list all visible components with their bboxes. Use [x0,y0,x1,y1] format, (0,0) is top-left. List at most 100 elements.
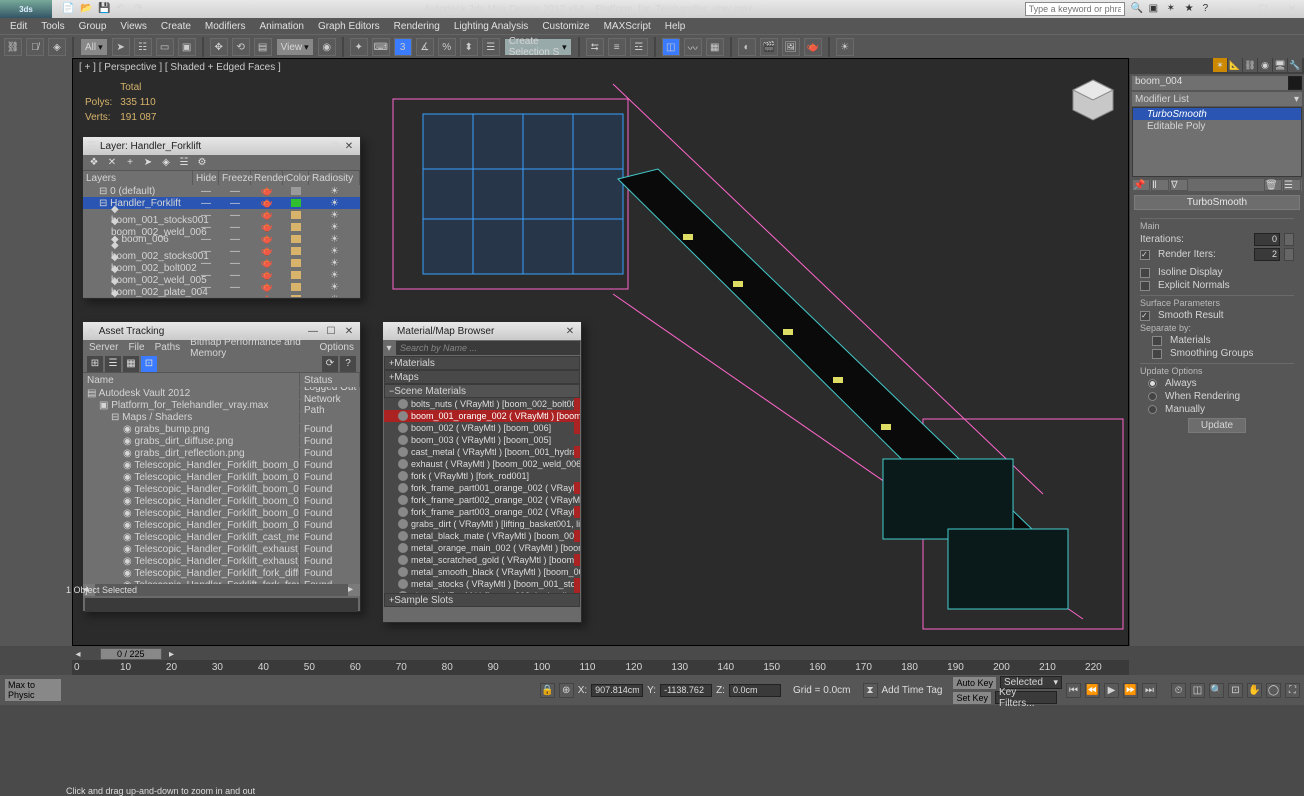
render-setup-icon[interactable]: 🎬 [760,38,778,56]
asset-menu-item[interactable]: Options [320,342,354,353]
rendered-frame-icon[interactable]: 🖼 [782,38,800,56]
unlink-icon[interactable]: ⛓̸ [26,38,44,56]
keyword-search-input[interactable] [1025,2,1125,16]
percent-snap-icon[interactable]: % [438,38,456,56]
update-always-radio[interactable] [1148,379,1157,388]
help-icon[interactable]: ? [340,356,356,372]
utilities-tab-icon[interactable]: 🔧 [1288,58,1302,72]
asset-menu-item[interactable]: Paths [155,342,181,353]
scene-materials-section[interactable]: − Scene Materials [384,384,580,398]
select-by-name-icon[interactable]: ☷ [134,38,152,56]
select-objects-icon[interactable]: ➤ [141,156,155,170]
help-icon[interactable]: ? [1203,3,1215,15]
layer-row[interactable]: ◆ boom_002_weld_006——🫖☀ [83,221,360,233]
set-key-button[interactable]: Set Key [952,691,992,705]
material-row[interactable]: bolts_nuts ( VRayMtl ) [boom_002_bolt001… [384,398,580,410]
menu-lighting-analysis[interactable]: Lighting Analysis [448,21,535,32]
pivot-icon[interactable]: ◉ [318,38,336,56]
maximize-viewport-icon[interactable]: ⛶ [1285,683,1300,698]
add-to-layer-icon[interactable]: + [123,156,137,170]
material-row[interactable]: metal_orange_main_002 ( VRayMtl ) [boom_… [384,542,580,554]
material-row[interactable]: metal_black_mate ( VRayMtl ) [boom_003_h… [384,530,580,542]
undo-icon[interactable]: ↶ [116,3,128,15]
spinner-arrows[interactable] [1284,248,1294,261]
asset-menu-item[interactable]: Server [89,342,118,353]
materials-section[interactable]: + Materials [384,356,580,370]
menu-edit[interactable]: Edit [4,21,33,32]
update-manually-radio[interactable] [1148,405,1157,414]
delete-layer-icon[interactable]: ✕ [105,156,119,170]
object-name-field[interactable]: boom_004 [1132,76,1288,90]
lock-selection-icon[interactable]: 🔒 [540,683,555,698]
material-row[interactable]: fork ( VRayMtl ) [fork_rod001] [384,470,580,482]
maps-section[interactable]: + Maps [384,370,580,384]
isoline-checkbox[interactable] [1140,268,1150,278]
minimize-icon[interactable]: — [306,326,320,337]
zoom-all-icon[interactable]: ⊡ [1228,683,1243,698]
spinner-arrows[interactable] [1284,233,1294,246]
render-iters-checkbox[interactable] [1140,250,1150,260]
menu-tools[interactable]: Tools [35,21,70,32]
goto-start-icon[interactable]: ⏮ [1066,683,1081,698]
manipulate-icon[interactable]: ✦ [350,38,368,56]
material-row[interactable]: metal_scratched_gold ( VRayMtl ) [boom_0… [384,554,580,566]
material-row[interactable]: fork_frame_part001_orange_002 ( VRayMtl … [384,482,580,494]
smoothing-groups-checkbox[interactable] [1152,349,1162,359]
new-layer-icon[interactable]: ❖ [87,156,101,170]
minimize-button[interactable]: — [1229,4,1239,15]
new-icon[interactable]: 📄 [62,3,74,15]
asset-row[interactable]: ◉ Telescopic_Handler_Forklift_boom_002_d… [83,483,360,495]
menu-maxscript[interactable]: MAXScript [598,21,657,32]
snap-toggle-icon[interactable]: 3 [394,38,412,56]
exchange-icon[interactable]: ✶ [1167,3,1179,15]
help-icon[interactable]: ? [332,141,338,152]
selection-filter-combo[interactable]: All ▾ [80,38,108,56]
material-row[interactable]: grabs_dirt ( VRayMtl ) [lifting_basket00… [384,518,580,530]
show-end-result-icon[interactable]: Ⅱ [1151,179,1169,191]
play-icon[interactable]: ▶ [1104,683,1119,698]
rollout-header[interactable]: TurboSmooth [1134,195,1300,210]
prev-frame-icon[interactable]: ⏪ [1085,683,1100,698]
y-coord-field[interactable] [660,684,712,697]
rotate-icon[interactable]: ⟲ [232,38,250,56]
hide-unhide-icon[interactable]: ☱ [177,156,191,170]
material-row[interactable]: boom_001_orange_002 ( VRayMtl ) [boom_00… [384,410,580,422]
close-icon[interactable]: ✕ [342,326,356,337]
align-icon[interactable]: ≡ [608,38,626,56]
lighting-analysis-icon[interactable]: ☀ [836,38,854,56]
save-icon[interactable]: 💾 [98,3,110,15]
asset-row[interactable]: ◉ grabs_dirt_diffuse.pngFound [83,435,360,447]
options-icon[interactable]: ⊡ [141,356,157,372]
move-icon[interactable]: ✥ [210,38,228,56]
next-frame-icon[interactable]: ⏩ [1123,683,1138,698]
modifier-item[interactable]: TurboSmooth [1133,108,1301,120]
menu-help[interactable]: Help [659,21,692,32]
asset-row[interactable]: ◉ Telescopic_Handler_Forklift_exhaust_re… [83,555,360,567]
material-row[interactable]: boom_002 ( VRayMtl ) [boom_006] [384,422,580,434]
spinner-snap-icon[interactable]: ⬍ [460,38,478,56]
maxscript-button[interactable]: Max to Physic [4,678,62,702]
menu-customize[interactable]: Customize [536,21,595,32]
menu-group[interactable]: Group [73,21,113,32]
key-filters-button[interactable]: Key Filters... [995,691,1057,704]
pin-stack-icon[interactable]: 📌 [1132,179,1150,191]
modifier-list-combo[interactable]: Modifier List▾ [1132,92,1302,106]
materials-checkbox[interactable] [1152,336,1162,346]
asset-row[interactable]: ◉ Telescopic_Handler_Forklift_boom_001_r… [83,471,360,483]
asset-menu-item[interactable]: File [128,342,144,353]
close-icon[interactable]: ✕ [563,326,577,337]
material-row[interactable]: boom_003 ( VRayMtl ) [boom_005] [384,434,580,446]
material-editor-icon[interactable]: ◐ [738,38,756,56]
ref-coord-combo[interactable]: View ▾ [276,38,314,56]
configure-sets-icon[interactable]: ☰ [1283,179,1301,191]
table-icon[interactable]: ▦ [123,356,139,372]
open-icon[interactable]: 📂 [80,3,92,15]
update-button[interactable]: Update [1188,418,1246,433]
material-row[interactable]: exhaust ( VRayMtl ) [boom_002_weld_006, … [384,458,580,470]
options-dropdown-icon[interactable]: ▾ [383,343,395,354]
material-search-input[interactable]: Search by Name ... [396,341,580,355]
menu-modifiers[interactable]: Modifiers [199,21,252,32]
update-rendering-radio[interactable] [1148,392,1157,401]
remove-modifier-icon[interactable]: 🗑 [1264,179,1282,191]
layer-row[interactable]: ◆ boom_002_plate_003——🫖☀ [83,293,360,297]
